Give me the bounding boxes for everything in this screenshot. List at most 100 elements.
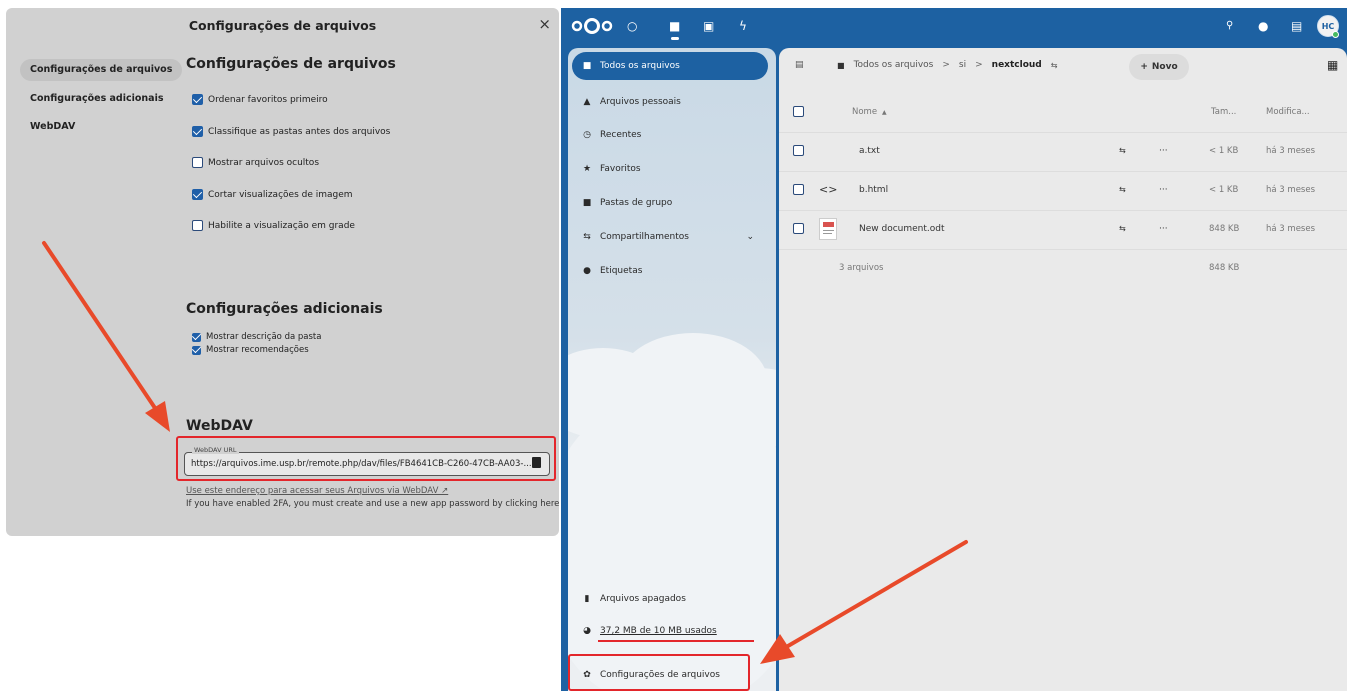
option-folder-description[interactable]: Mostrar descrição da pasta [192, 332, 321, 342]
table-row[interactable]: New document.odt ⇆ ··· 848 KB há 3 meses [779, 211, 1347, 250]
nextcloud-logo[interactable] [571, 17, 613, 35]
close-icon[interactable]: × [538, 15, 551, 33]
dialog-nav-file-settings[interactable]: Configurações de arquivos [20, 59, 183, 81]
file-list-area: ▤ ■ Todos os arquivos > si > nextcloud ⇆… [779, 48, 1347, 691]
dashboard-icon[interactable]: ○ [627, 19, 637, 33]
option-recommendations[interactable]: Mostrar recomendações [192, 345, 309, 355]
pie-chart-icon: ◕ [583, 626, 591, 636]
row-actions-icon[interactable]: ··· [1159, 224, 1168, 234]
sidebar-item-label: Todos os arquivos [600, 61, 680, 71]
sidebar-item-favorites[interactable]: ★ Favoritos [572, 155, 768, 183]
breadcrumb-separator: > [942, 60, 950, 70]
option-label: Mostrar descrição da pasta [206, 332, 322, 342]
row-checkbox[interactable] [793, 223, 804, 234]
active-app-indicator [671, 37, 679, 40]
option-label: Mostrar recomendações [206, 345, 309, 355]
share-icon[interactable]: ⇆ [1119, 146, 1126, 155]
option-label: Ordenar favoritos primeiro [208, 94, 328, 105]
chevron-down-icon[interactable]: ⌄ [746, 232, 754, 242]
checkbox-checked[interactable] [192, 345, 201, 355]
file-count: 3 arquivos [839, 263, 884, 273]
row-checkbox[interactable] [793, 145, 804, 156]
file-name[interactable]: b.html [859, 185, 888, 195]
checkbox-unchecked[interactable] [192, 220, 203, 231]
checkbox-unchecked[interactable] [192, 157, 203, 168]
column-header-modified[interactable]: Modifica... [1266, 107, 1310, 117]
option-folders-first[interactable]: Classifique as pastas antes dos arquivos [192, 126, 390, 137]
row-actions-icon[interactable]: ··· [1159, 146, 1168, 156]
sidebar-item-deleted-files[interactable]: ▮ Arquivos apagados [572, 585, 768, 613]
folder-icon: ■ [582, 61, 592, 71]
share-icon: ⇆ [583, 232, 591, 242]
share-icon[interactable]: ⇆ [1119, 224, 1126, 233]
option-grid-view[interactable]: Habilite a visualização em grade [192, 220, 355, 231]
breadcrumb-item-current[interactable]: nextcloud [992, 60, 1042, 70]
option-favorites-first[interactable]: Ordenar favoritos primeiro [192, 94, 328, 105]
file-size: < 1 KB [1209, 185, 1239, 195]
contacts-icon[interactable]: ▤ [1291, 19, 1302, 33]
sidebar-item-label: Arquivos pessoais [600, 97, 681, 107]
search-icon[interactable]: ⚲ [1226, 19, 1233, 33]
photos-icon[interactable]: ▣ [703, 19, 714, 33]
checkbox-checked[interactable] [192, 126, 203, 137]
dialog-nav-additional-settings[interactable]: Configurações adicionais [20, 88, 174, 110]
sidebar-item-recent[interactable]: ◷ Recentes [572, 121, 768, 149]
file-name[interactable]: New document.odt [859, 224, 945, 234]
sidebar-item-label: Recentes [600, 130, 642, 140]
star-icon: ★ [582, 164, 592, 174]
table-row[interactable]: a.txt ⇆ ··· < 1 KB há 3 meses [779, 133, 1347, 172]
webdav-2fa-link[interactable]: If you have enabled 2FA, you must create… [186, 499, 559, 509]
sidebar-item-shares[interactable]: ⇆ Compartilhamentos ⌄ [572, 223, 768, 251]
row-actions-icon[interactable]: ··· [1159, 185, 1168, 195]
option-label: Habilite a visualização em grade [208, 220, 355, 231]
column-header-name[interactable]: Nome [852, 107, 877, 117]
table-header: Nome ▲ Tam... Modifica... [779, 94, 1347, 133]
row-checkbox[interactable] [793, 184, 804, 195]
webdav-help-link[interactable]: Use este endereço para acessar seus Arqu… [186, 486, 448, 496]
files-icon[interactable]: ■ [669, 19, 680, 33]
document-thumbnail-icon [819, 218, 837, 240]
section-heading-additional-settings: Configurações adicionais [186, 301, 383, 317]
checkbox-checked[interactable] [192, 332, 201, 342]
checkbox-checked[interactable] [192, 94, 203, 105]
user-icon: ▲ [583, 97, 591, 107]
sidebar-item-label: Pastas de grupo [600, 198, 673, 208]
file-modified: há 3 meses [1266, 185, 1316, 195]
sidebar-item-all-files[interactable]: ■ Todos os arquivos [572, 52, 768, 80]
file-modified: há 3 meses [1266, 224, 1316, 234]
new-button[interactable]: + Novo [1129, 54, 1189, 80]
sidebar-toggle-icon[interactable]: ▤ [795, 60, 804, 70]
annotation-highlight-box [176, 436, 556, 481]
share-icon[interactable]: ⇆ [1051, 61, 1058, 70]
section-heading-webdav: WebDAV [186, 418, 253, 434]
breadcrumb-item-root[interactable]: Todos os arquivos [854, 60, 934, 70]
table-footer: 3 arquivos 848 KB [779, 250, 1347, 289]
sidebar-item-label: Compartilhamentos [600, 232, 689, 242]
option-show-hidden[interactable]: Mostrar arquivos ocultos [192, 157, 319, 168]
dialog-nav-webdav[interactable]: WebDAV [20, 116, 85, 138]
sidebar-item-personal-files[interactable]: ▲ Arquivos pessoais [572, 88, 768, 116]
breadcrumb-separator: > [975, 60, 983, 70]
breadcrumb-item-si[interactable]: si [959, 60, 966, 70]
sidebar-item-group-folders[interactable]: ■ Pastas de grupo [572, 189, 768, 217]
file-name[interactable]: a.txt [859, 146, 880, 156]
select-all-checkbox[interactable] [793, 106, 804, 117]
activity-icon[interactable]: ϟ [739, 19, 747, 33]
checkbox-checked[interactable] [192, 189, 203, 200]
group-folder-icon: ■ [582, 198, 592, 208]
new-button-label: Novo [1151, 62, 1178, 72]
status-online-icon [1332, 31, 1339, 38]
option-label: Classifique as pastas antes dos arquivos [208, 126, 391, 137]
table-row[interactable]: <> b.html ⇆ ··· < 1 KB há 3 meses [779, 172, 1347, 211]
total-size: 848 KB [1209, 263, 1240, 273]
sidebar-item-tags[interactable]: ● Etiquetas [572, 257, 768, 285]
share-icon[interactable]: ⇆ [1119, 185, 1126, 194]
plus-icon: + [1140, 62, 1148, 72]
file-settings-dialog: Configurações de arquivos × Configuraçõe… [6, 8, 559, 536]
clock-icon: ◷ [583, 130, 591, 140]
option-crop-previews[interactable]: Cortar visualizações de imagem [192, 189, 353, 200]
code-file-icon: <> [819, 183, 838, 196]
column-header-size[interactable]: Tam... [1211, 107, 1236, 117]
grid-view-icon[interactable]: ▦ [1327, 58, 1338, 72]
notifications-icon[interactable]: ● [1258, 19, 1268, 33]
